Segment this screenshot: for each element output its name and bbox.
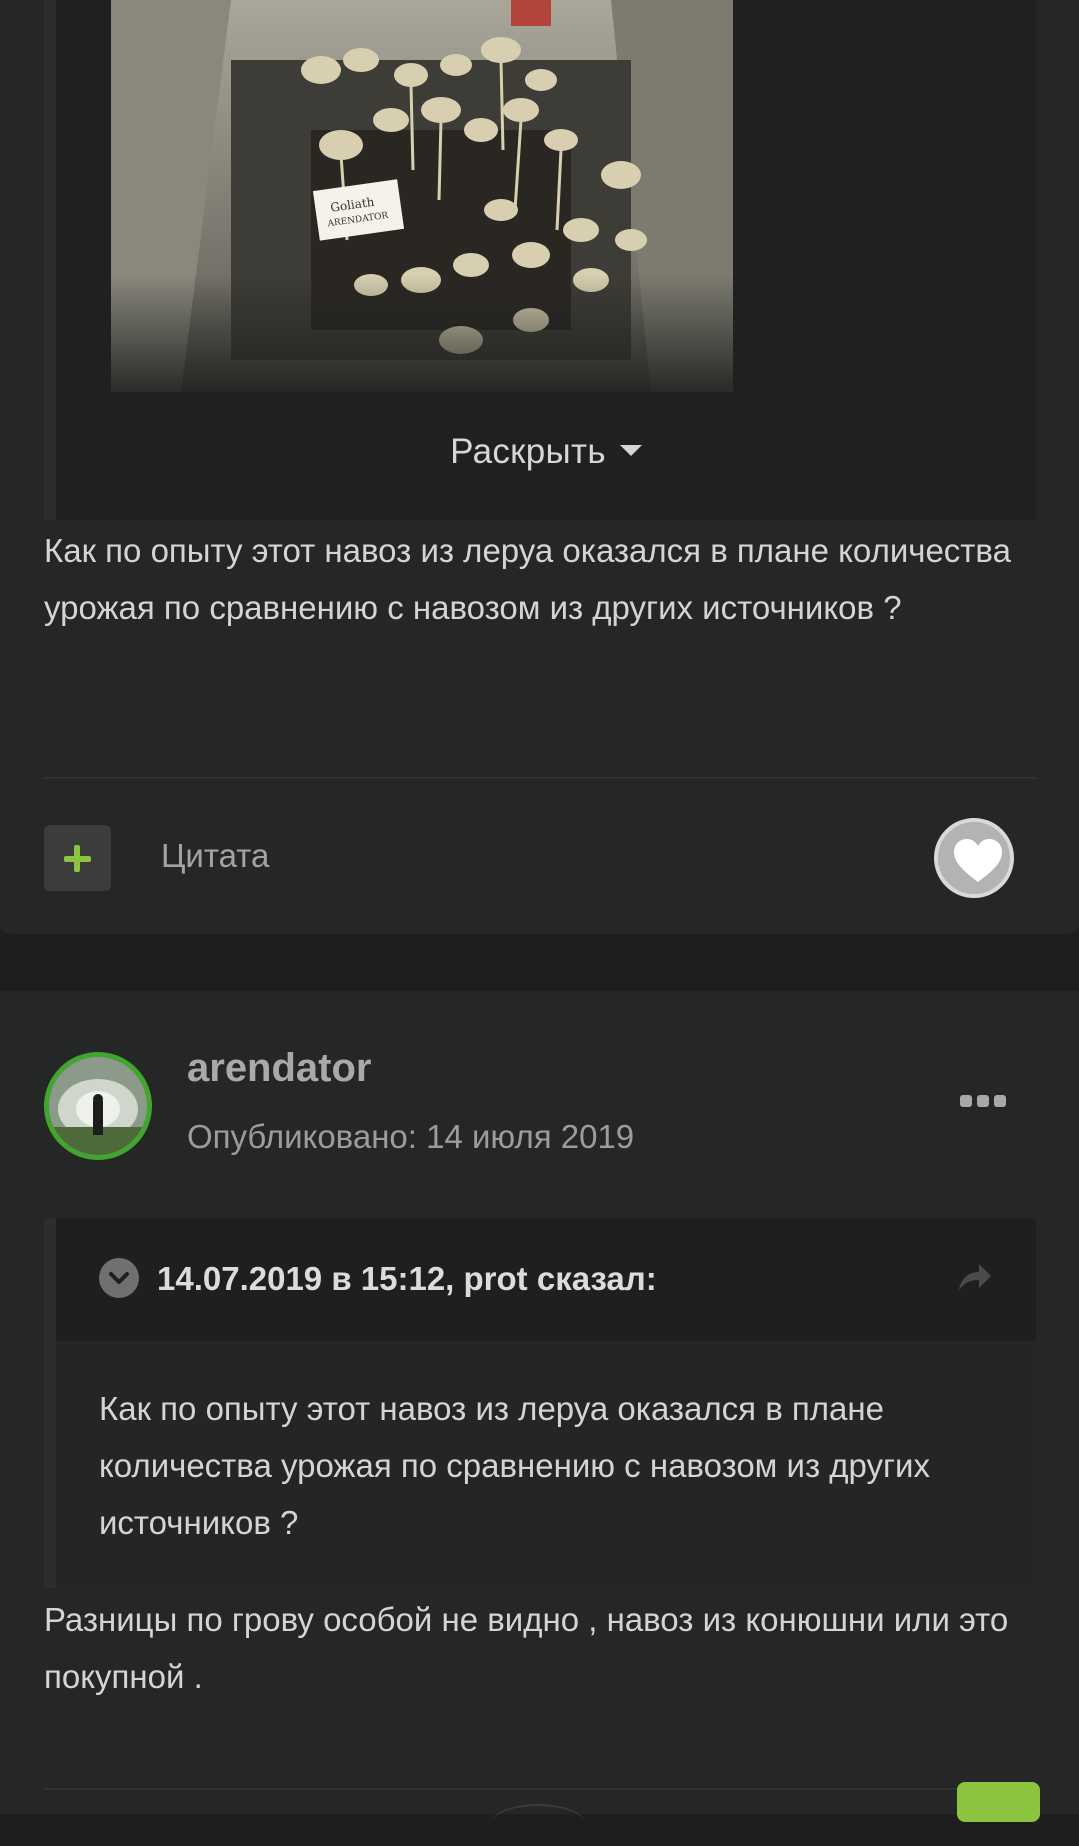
post-card: Goliath ARENDATOR Раскрыть Как по опыту … <box>0 0 1079 934</box>
expand-button[interactable]: Раскрыть <box>56 432 1036 472</box>
post-body: Разницы по грову особой не видно , навоз… <box>44 1601 1009 1695</box>
avatar[interactable] <box>44 1052 152 1160</box>
quote-citation: 14.07.2019 в 15:12, prot сказал: <box>157 1260 657 1297</box>
avatar-placeholder <box>490 1804 586 1846</box>
quote-text: Как по опыту этот навоз из леруа оказалс… <box>99 1390 930 1541</box>
reply-button[interactable] <box>957 1782 1040 1822</box>
expand-label: Раскрыть <box>450 432 606 471</box>
spoiler-block: Goliath ARENDATOR Раскрыть <box>44 0 1036 520</box>
caret-down-icon <box>619 445 642 457</box>
quote-block: 14.07.2019 в 15:12, prot сказал: Как по … <box>44 1218 1036 1588</box>
divider <box>44 1788 1036 1790</box>
author-name[interactable]: arendator <box>187 1046 372 1091</box>
post-date: Опубликовано: 14 июля 2019 <box>187 1118 635 1155</box>
post-image[interactable]: Goliath ARENDATOR <box>111 0 733 392</box>
heart-icon <box>954 839 1002 882</box>
plus-button[interactable] <box>44 825 111 891</box>
divider <box>44 777 1036 779</box>
chevron-down-icon[interactable] <box>99 1258 139 1298</box>
share-icon[interactable] <box>957 1262 993 1297</box>
quote-button[interactable]: Цитата <box>161 837 269 875</box>
like-button[interactable] <box>934 818 1014 898</box>
more-dots-icon[interactable] <box>960 1095 1006 1109</box>
mushroom-photo: Goliath ARENDATOR <box>111 0 733 392</box>
post-body: Как по опыту этот навоз из леруа оказалс… <box>44 532 1011 626</box>
avatar-image <box>49 1057 147 1155</box>
